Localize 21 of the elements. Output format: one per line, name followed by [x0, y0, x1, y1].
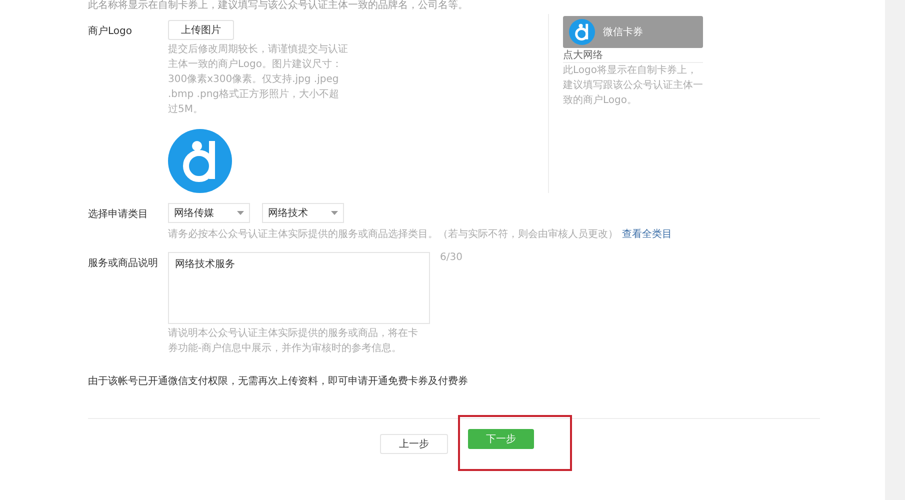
notice-text: 由于该帐号已开通微信支付权限，无需再次上传资料，即可申请开通免费卡券及付费券	[88, 374, 469, 388]
hint-text: 此Logo将显示在自制卡券上，建议填写跟该公众号认证主体一致的商户Logo。	[563, 64, 703, 108]
logo-icon	[569, 19, 595, 45]
field-label: 商户Logo	[88, 24, 133, 39]
description-field[interactable]: 网络技术服务	[168, 252, 430, 324]
view-all-link[interactable]: 查看全类目	[622, 227, 672, 241]
hint-text: 请说明本公众号认证主体实际提供的服务或商品，将在卡券功能-商户信息中展示，并作为审核时的参考信息。	[168, 326, 418, 356]
logo-icon	[168, 129, 232, 193]
caret-icon	[237, 211, 244, 215]
caret-icon	[331, 211, 338, 215]
hint-text: 请务必按本公众号认证主体实际提供的服务或商品选择类目。（若与实际不符，则会由审核人员更改）	[168, 228, 618, 242]
category-dropdown[interactable]: 网络技术	[262, 203, 344, 223]
upload-button[interactable]: 上传图片	[168, 20, 234, 40]
field-label: 服务或商品说明	[88, 256, 159, 271]
field-label: 选择申请类目	[88, 208, 149, 222]
category-dropdown[interactable]: 网络传媒	[168, 203, 250, 223]
character-counter: 6/30	[440, 252, 462, 263]
back-button[interactable]: 上一步	[380, 434, 448, 454]
card-title: 微信卡券	[603, 26, 643, 39]
merchant-name: 点大网络	[563, 48, 703, 63]
hint-text: 提交后修改周期较长，请谨慎提交与认证主体一致的商户Logo。图片建议尺寸：300像素x300像素。仅支持.jpg .jpeg .bmp .png格式正方形照片，大小不超过5M。	[168, 42, 348, 117]
